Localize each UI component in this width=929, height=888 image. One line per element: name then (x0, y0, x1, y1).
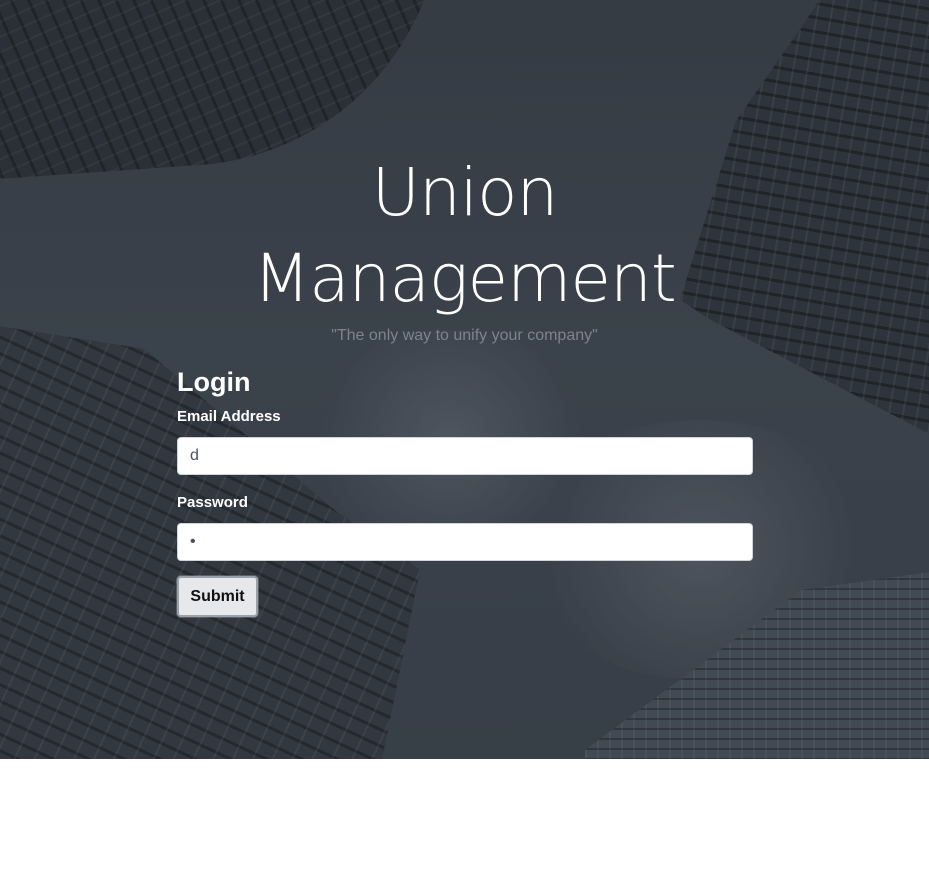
hero-section: Union Management "The only way to unify … (0, 0, 929, 759)
email-label: Email Address (177, 408, 281, 425)
app-title: Union Management (0, 150, 929, 322)
main-content: Union Management "The only way to unify … (0, 0, 929, 759)
password-field[interactable] (177, 523, 753, 561)
password-label: Password (177, 494, 248, 511)
tagline: "The only way to unify your company" (331, 327, 598, 344)
email-field[interactable] (177, 437, 753, 475)
login-heading: Login (177, 367, 251, 397)
app-title-line2: Management (253, 240, 676, 317)
app-title-line1: Union (371, 154, 559, 231)
login-form: Login Email Address Password Submit (177, 365, 753, 617)
submit-button[interactable]: Submit (177, 576, 258, 617)
